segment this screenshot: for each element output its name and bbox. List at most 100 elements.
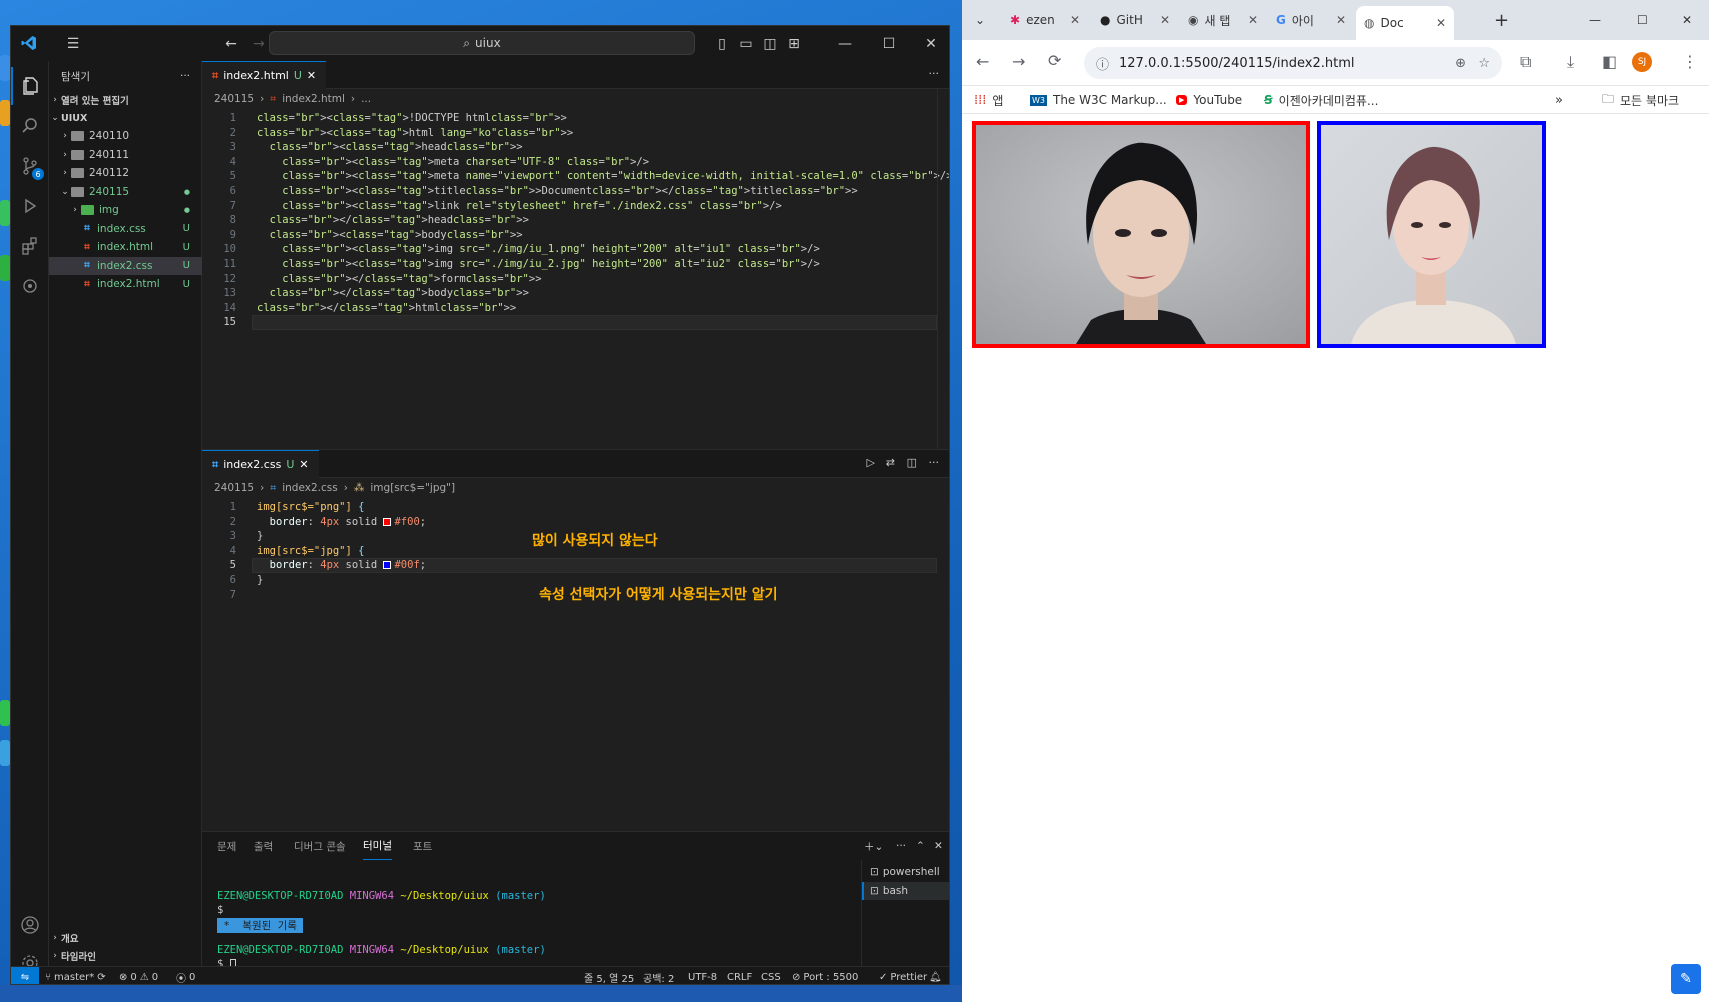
toggle-sidebar-icon[interactable]: ▯ <box>711 26 733 61</box>
tree-item[interactable]: ⌄ 240115 ● <box>49 183 202 201</box>
tree-item[interactable]: › 240111 <box>49 146 202 164</box>
run-icon[interactable]: ▷ <box>867 456 875 469</box>
bookmark-w3c[interactable]: W3 The W3C Markup... <box>1030 86 1167 114</box>
problems-status[interactable]: ⊗ 0 ⚠ 0 <box>119 967 158 984</box>
tree-item[interactable]: › 240110 <box>49 127 202 145</box>
terminal-item-powershell[interactable]: ⊡ powershell <box>870 866 940 878</box>
tab-index2-html[interactable]: ⌗ index2.html U ✕ <box>202 61 327 89</box>
indent-spaces[interactable]: 공백: 2 <box>643 967 674 985</box>
breadcrumb-item[interactable]: index2.html <box>282 93 345 105</box>
breadcrumb-item[interactable]: index2.css <box>282 482 337 494</box>
new-terminal-icon[interactable]: ＋⌄ <box>864 832 883 860</box>
minimize-button[interactable]: — <box>1581 4 1609 36</box>
run-debug-icon[interactable] <box>11 187 49 225</box>
browser-tab[interactable]: ● GitH ✕ <box>1092 4 1178 36</box>
tab-output[interactable]: 출력 <box>254 832 273 860</box>
github-actions-icon[interactable] <box>11 267 49 305</box>
bookmark-youtube[interactable]: ▶ YouTube <box>1176 86 1242 114</box>
more-actions-icon[interactable]: ··· <box>929 67 940 80</box>
ports-status[interactable]: ⦿ 0 <box>176 967 195 985</box>
language-mode[interactable]: CSS <box>761 967 781 984</box>
desktop-icon[interactable] <box>0 700 10 726</box>
workspace-section[interactable]: ⌄ UIUX <box>49 109 202 127</box>
close-tab-icon[interactable]: ✕ <box>1070 13 1080 27</box>
breadcrumb-item[interactable]: ... <box>361 93 371 105</box>
all-bookmarks[interactable]: 🗀︎ 모든 북마크 <box>1602 86 1679 114</box>
close-tab-icon[interactable]: ✕ <box>1336 13 1346 27</box>
bookmark-ezen[interactable]: Ꞩ 이젠아카데미컴퓨... <box>1264 86 1378 114</box>
notifications-bell-icon[interactable]: 🔔︎ <box>929 967 942 984</box>
browser-tab[interactable]: ◍ Doc ✕ <box>1356 6 1454 40</box>
split-editor-icon[interactable]: ◫ <box>907 456 917 469</box>
tree-item[interactable]: ⌗ index2.css U <box>49 256 202 275</box>
desktop-icon[interactable] <box>0 740 10 766</box>
tab-debug-console[interactable]: 디버그 콘솔 <box>294 832 346 860</box>
desktop-icon[interactable] <box>0 200 10 226</box>
tab-terminal[interactable]: 터미널 <box>363 832 392 860</box>
encoding[interactable]: UTF-8 <box>688 967 717 984</box>
terminal-item-bash[interactable]: ⊡ bash <box>862 882 949 900</box>
tree-item[interactable]: › 240112 <box>49 164 202 182</box>
more-actions-icon[interactable]: ··· <box>180 70 190 82</box>
maximize-panel-icon[interactable]: ⌃ <box>916 832 925 860</box>
breadcrumb-item[interactable]: img[src$="jpg"] <box>370 482 455 494</box>
toggle-secondary-sidebar-icon[interactable]: ◫ <box>759 26 781 61</box>
bookmark-apps[interactable]: ⁞⁞⁞ 앱 <box>974 86 1003 114</box>
cursor-position[interactable]: 줄 5, 열 25 <box>584 967 634 985</box>
open-editors-section[interactable]: › 열려 있는 편집기 <box>49 91 202 109</box>
tree-item[interactable]: ⌗ index2.html U <box>49 275 202 293</box>
live-server-port[interactable]: ⊘ Port : 5500 <box>792 967 858 984</box>
close-tab-icon[interactable]: ✕ <box>307 69 316 82</box>
browser-tab[interactable]: G 아이 ✕ <box>1268 4 1354 36</box>
close-button[interactable]: ✕ <box>911 26 949 61</box>
color-swatch[interactable] <box>383 517 392 526</box>
menu-kebab-icon[interactable]: ⋮ <box>1682 52 1698 71</box>
more-actions-icon[interactable]: ··· <box>929 456 940 469</box>
more-bookmarks-icon[interactable]: » <box>1555 86 1563 114</box>
tab-index2-css[interactable]: ⌗ index2.css U ✕ <box>202 450 319 478</box>
customize-layout-icon[interactable]: ⊞ <box>783 26 805 61</box>
remote-icon[interactable]: ⇋ <box>11 967 39 984</box>
compare-icon[interactable]: ⇄ <box>886 456 895 469</box>
tab-problems[interactable]: 문제 <box>217 832 236 860</box>
minimize-button[interactable]: — <box>825 26 865 61</box>
download-icon[interactable]: ⤓ <box>1567 52 1574 72</box>
extensions-icon[interactable]: ⧉ <box>1520 52 1531 72</box>
outline-section[interactable]: › 개요 <box>49 929 202 947</box>
tab-search-icon[interactable]: ⌄ <box>966 4 994 36</box>
maximize-button[interactable]: ☐ <box>1629 4 1656 36</box>
address-bar[interactable]: ⓘ 127.0.0.1:5500/240115/index2.html ⊕ ☆ <box>1084 47 1502 79</box>
back-arrow-icon[interactable]: ← <box>976 52 989 71</box>
breadcrumb-item[interactable]: 240115 <box>214 482 254 494</box>
desktop-icon[interactable] <box>0 255 10 281</box>
close-tab-icon[interactable]: ✕ <box>299 458 308 471</box>
tree-item[interactable]: ⌗ index.html U <box>49 238 202 256</box>
extensions-icon[interactable] <box>11 227 49 265</box>
breadcrumb-item[interactable]: 240115 <box>214 93 254 105</box>
bookmark-star-icon[interactable]: ☆ <box>1478 56 1490 71</box>
line-ending[interactable]: CRLF <box>727 967 752 984</box>
desktop-icon[interactable] <box>0 55 10 81</box>
maximize-button[interactable]: ☐ <box>869 26 909 61</box>
tree-item[interactable]: › img ● <box>49 201 202 219</box>
explorer-icon[interactable] <box>11 67 49 105</box>
tree-item[interactable]: ⌗ index.css U <box>49 220 202 238</box>
new-tab-button[interactable]: + <box>1486 4 1517 36</box>
close-tab-icon[interactable]: ✕ <box>1248 13 1258 27</box>
site-info-icon[interactable]: ⓘ <box>1096 54 1109 73</box>
timeline-section[interactable]: › 타임라인 <box>49 947 202 965</box>
browser-tab[interactable]: ◉ 새 탭 ✕ <box>1180 4 1266 36</box>
command-center-search[interactable]: ⌕ uiux <box>269 31 695 55</box>
color-swatch[interactable] <box>383 561 392 570</box>
reload-icon[interactable]: ⟳ <box>1048 51 1061 70</box>
close-tab-icon[interactable]: ✕ <box>1436 16 1446 30</box>
close-panel-icon[interactable]: ✕ <box>934 832 943 860</box>
close-button[interactable]: ✕ <box>1674 4 1700 36</box>
desktop-icon[interactable] <box>0 100 10 126</box>
tab-ports[interactable]: 포트 <box>413 832 432 860</box>
scrollbar[interactable] <box>937 89 949 449</box>
prettier-status[interactable]: ✓ Prettier <box>879 967 927 984</box>
branch-status[interactable]: ⑂ master* ⟳ <box>45 967 106 984</box>
search-icon[interactable] <box>11 107 49 145</box>
source-control-icon[interactable]: 6 <box>11 147 49 185</box>
